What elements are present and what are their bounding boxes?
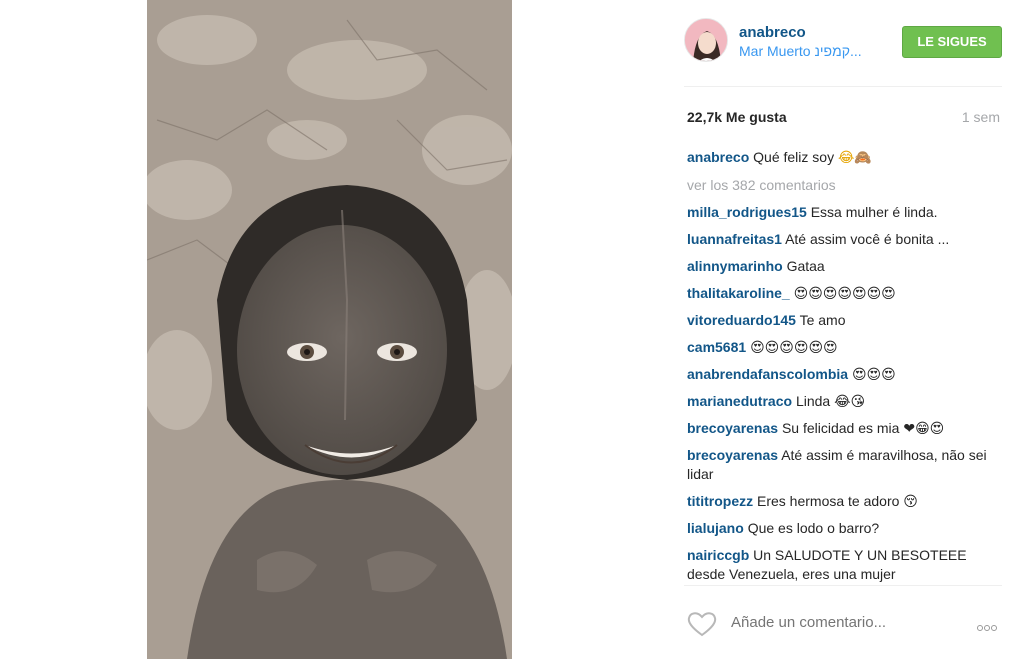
comment-item: cam5681 😍😍😍😍😍😍: [687, 338, 1003, 357]
view-all-comments-link[interactable]: ver los 382 comentarios: [687, 177, 836, 193]
avatar-image: [685, 19, 727, 61]
likes-count[interactable]: 22,7k Me gusta: [687, 109, 787, 125]
comment-item: alinnymarinho Gataa: [687, 257, 1003, 276]
comment-item: brecoyarenas Su felicidad es mia ❤😁😍: [687, 419, 1003, 438]
post-sidebar: anabreco Mar Muerto קמפינ... LE SIGUES 2…: [661, 0, 1028, 659]
post-location[interactable]: Mar Muerto קמפינ...: [739, 43, 862, 59]
comment-text: 😍😍😍😍😍😍: [750, 339, 838, 355]
post-username[interactable]: anabreco: [739, 24, 806, 41]
comment-username[interactable]: milla_rodrigues15: [687, 204, 807, 220]
photo-illustration: [147, 0, 512, 659]
comments-divider: [684, 585, 1002, 586]
caption-username[interactable]: anabreco: [687, 149, 749, 165]
add-comment-input[interactable]: [729, 613, 963, 632]
comment-text: Gataa: [786, 258, 825, 274]
comment-username[interactable]: alinnymarinho: [687, 258, 783, 274]
view-all-comments[interactable]: ver los 382 comentarios: [687, 176, 1003, 195]
comment-text: Eres hermosa te adoro 😚: [757, 493, 918, 509]
comment-username[interactable]: anabrendafanscolombia: [687, 366, 848, 382]
post-header: anabreco Mar Muerto קמפינ... LE SIGUES: [684, 18, 1002, 66]
comment-item: brecoyarenas Até assim é maravilhosa, nã…: [687, 446, 1003, 484]
comment-text: Su felicidad es mia ❤😁😍: [781, 420, 945, 436]
comment-username[interactable]: lialujano: [687, 520, 744, 536]
caption-emoji: 😂🙈: [837, 149, 872, 165]
comment-username[interactable]: nairiccgb: [687, 547, 749, 563]
post-media-area: [0, 0, 661, 659]
comment-username[interactable]: thalitakaroline_: [687, 285, 790, 301]
comment-rows: milla_rodrigues15 Essa mulher é linda. lu…: [687, 203, 1003, 584]
comment-text: 😍😍😍: [851, 366, 896, 382]
comment-text: Até assim você é bonita ...: [785, 231, 950, 247]
comment-item: nairiccgb Un SALUDOTE Y UN BESOTEEE desd…: [687, 546, 1003, 584]
comment-username[interactable]: marianedutraco: [687, 393, 792, 409]
comment-text: Linda 😂😘: [795, 393, 866, 409]
comment-text: 😍😍😍😍😍😍😍: [793, 285, 896, 301]
heart-outline-icon[interactable]: [687, 611, 717, 637]
comment-item: lialujano Que es lodo o barro?: [687, 519, 1003, 538]
comments-list: anabreco Qué feliz soy 😂🙈 ver los 382 co…: [687, 148, 1003, 592]
comment-item: luannafreitas1 Até assim você é bonita .…: [687, 230, 1003, 249]
comment-username[interactable]: brecoyarenas: [687, 447, 778, 463]
comment-username[interactable]: brecoyarenas: [687, 420, 778, 436]
post-photo[interactable]: [147, 0, 512, 659]
comment-username[interactable]: tititropezz: [687, 493, 753, 509]
comment-username[interactable]: vitoreduardo145: [687, 312, 796, 328]
comment-text: Essa mulher é linda.: [810, 204, 938, 220]
post-timestamp[interactable]: 1 sem: [962, 109, 1000, 125]
more-options-icon[interactable]: [977, 618, 1005, 631]
comment-text: Te amo: [799, 312, 846, 328]
following-button[interactable]: LE SIGUES: [902, 26, 1002, 58]
add-comment-bar: [687, 609, 1007, 639]
caption: anabreco Qué feliz soy 😂🙈: [687, 148, 1003, 167]
comment-item: thalitakaroline_ 😍😍😍😍😍😍😍: [687, 284, 1003, 303]
comment-item: vitoreduardo145 Te amo: [687, 311, 1003, 330]
avatar[interactable]: [684, 18, 728, 62]
header-divider: [684, 86, 1002, 87]
comment-item: anabrendafanscolombia 😍😍😍: [687, 365, 1003, 384]
comment-text: Que es lodo o barro?: [747, 520, 880, 536]
comment-item: milla_rodrigues15 Essa mulher é linda.: [687, 203, 1003, 222]
comment-username[interactable]: cam5681: [687, 339, 746, 355]
comment-username[interactable]: luannafreitas1: [687, 231, 782, 247]
comment-item: tititropezz Eres hermosa te adoro 😚: [687, 492, 1003, 511]
comment-item: marianedutraco Linda 😂😘: [687, 392, 1003, 411]
caption-text: Qué feliz soy: [753, 149, 838, 165]
